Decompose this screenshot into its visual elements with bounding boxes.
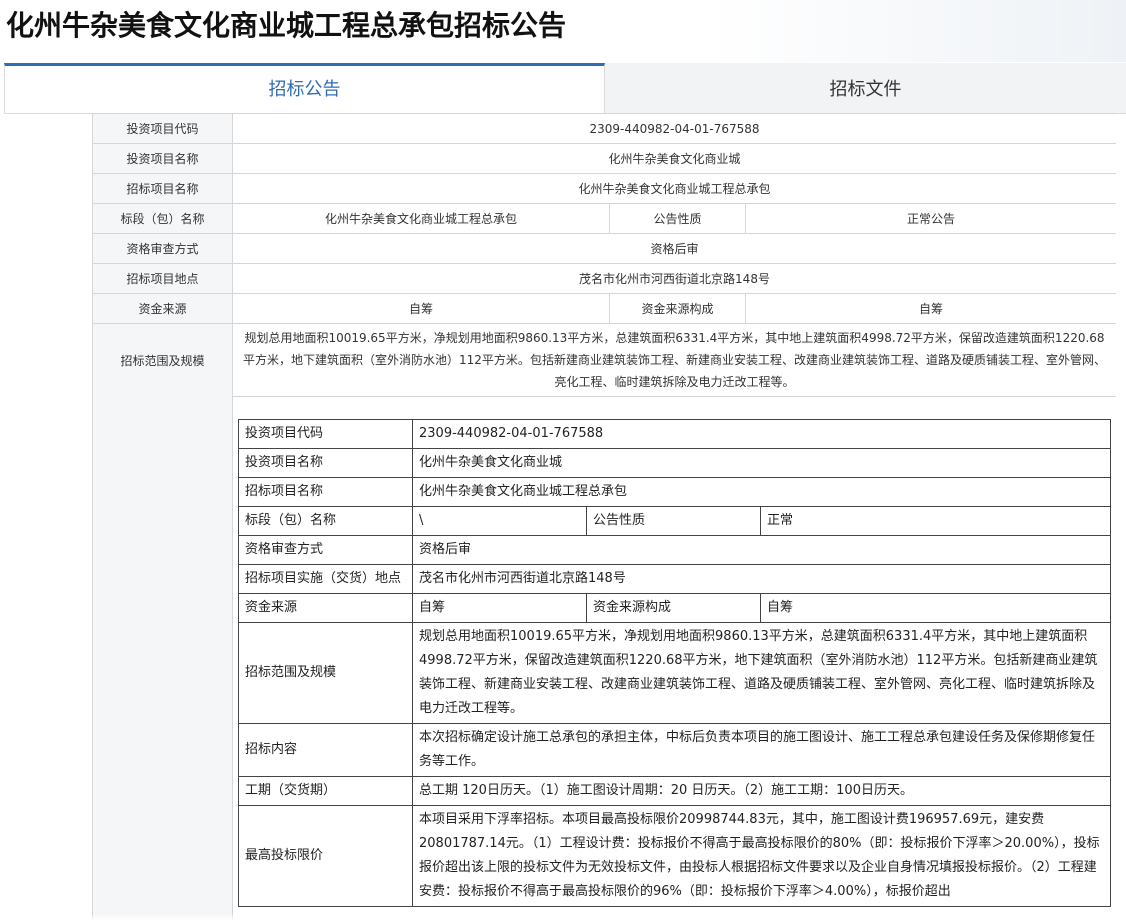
cell-value: 2309-440982-04-01-767588 — [411, 419, 1112, 449]
table-row: 最高投标限价 本项目采用下浮率招标。本项目最高投标限价20998744.83元，… — [238, 805, 1112, 907]
cell-label: 标段（包）名称 — [92, 203, 233, 234]
table-row: 招标项目地点 茂名市化州市河西街道北京路148号 — [92, 263, 1116, 294]
table-row: 投资项目代码 2309-440982-04-01-767588 — [238, 419, 1112, 449]
bottom-fade — [0, 914, 1126, 920]
table-row: 标段（包）名称 化州牛杂美食文化商业城工程总承包 公告性质 正常公告 — [92, 203, 1116, 234]
cell-value: 正常公告 — [745, 203, 1116, 234]
cell-value: 规划总用地面积10019.65平方米，净规划用地面积9860.13平方米，总建筑… — [232, 323, 1116, 397]
cell-value: 2309-440982-04-01-767588 — [232, 113, 1116, 144]
cell-label: 招标项目实施（交货）地点 — [238, 564, 413, 594]
cell-label: 招标项目地点 — [92, 263, 233, 294]
cell-value: 规划总用地面积10019.65平方米，净规划用地面积9860.13平方米，总建筑… — [411, 622, 1112, 724]
table-row: 招标范围及规模 规划总用地面积10019.65平方米，净规划用地面积9860.1… — [92, 323, 1116, 397]
cell-label: 招标项目名称 — [238, 477, 413, 507]
cell-label: 资金来源 — [238, 593, 413, 623]
cell-label: 资金来源 — [92, 293, 233, 324]
cell-value: 自筹 — [745, 293, 1116, 324]
cell-value: 自筹 — [232, 293, 610, 324]
table-row: 招标项目名称 化州牛杂美食文化商业城工程总承包 — [92, 173, 1116, 204]
tab-announcement[interactable]: 招标公告 — [4, 63, 605, 113]
cell-value: 茂名市化州市河西街道北京路148号 — [232, 263, 1116, 294]
page-title: 化州牛杂美食文化商业城工程总承包招标公告 — [6, 9, 567, 42]
cell-value: 茂名市化州市河西街道北京路148号 — [411, 564, 1112, 594]
table-row: 资格审查方式 资格后审 — [92, 233, 1116, 264]
summary-table: 投资项目代码 2309-440982-04-01-767588 投资项目名称 化… — [92, 113, 1116, 397]
cell-label: 招标范围及规模 — [92, 323, 233, 397]
cell-value: 资格后审 — [411, 535, 1112, 565]
table-row: 招标项目实施（交货）地点 茂名市化州市河西街道北京路148号 — [238, 564, 1112, 594]
table-row: 资格审查方式 资格后审 — [238, 535, 1112, 565]
cell-value: 总工期 120日历天。（1）施工图设计周期：20 日历天。（2）施工工期：100… — [411, 776, 1112, 806]
announcement-document: 投资项目代码 2309-440982-04-01-767588 投资项目名称 化… — [92, 113, 1116, 920]
cell-label: 标段（包）名称 — [238, 506, 413, 536]
cell-value: 化州牛杂美食文化商业城工程总承包 — [232, 203, 610, 234]
content-label-column — [92, 391, 233, 920]
cell-value: 本项目采用下浮率招标。本项目最高投标限价20998744.83元，其中，施工图设… — [411, 805, 1112, 907]
table-row: 投资项目代码 2309-440982-04-01-767588 — [92, 113, 1116, 144]
cell-value: 自筹 — [412, 593, 587, 623]
table-row: 工期（交货期） 总工期 120日历天。（1）施工图设计周期：20 日历天。（2）… — [238, 776, 1112, 806]
table-row: 资金来源 自筹 资金来源构成 自筹 — [92, 293, 1116, 324]
cell-value: 化州牛杂美食文化商业城 — [232, 143, 1116, 174]
table-row: 招标内容 本次招标确定设计施工总承包的承担主体，中标后负责本项目的施工图设计、施… — [238, 723, 1112, 777]
cell-label: 公告性质 — [609, 203, 746, 234]
cell-label: 资金来源构成 — [609, 293, 746, 324]
cell-label: 投资项目代码 — [238, 419, 413, 449]
cell-value: 正常 — [759, 506, 1112, 536]
cell-value: 自筹 — [759, 593, 1112, 623]
cell-label: 资格审查方式 — [238, 535, 413, 565]
table-row: 投资项目名称 化州牛杂美食文化商业城 — [92, 143, 1116, 174]
table-row: 招标范围及规模 规划总用地面积10019.65平方米，净规划用地面积9860.1… — [238, 622, 1112, 724]
table-row: 标段（包）名称 \ 公告性质 正常 — [238, 506, 1112, 536]
cell-value: 本次招标确定设计施工总承包的承担主体，中标后负责本项目的施工图设计、施工工程总承… — [411, 723, 1112, 777]
cell-label: 工期（交货期） — [238, 776, 413, 806]
detail-section: 投资项目代码 2309-440982-04-01-767588 投资项目名称 化… — [238, 419, 1112, 907]
cell-value: \ — [412, 506, 587, 536]
cell-label: 投资项目名称 — [238, 448, 413, 478]
cell-label: 投资项目名称 — [92, 143, 233, 174]
cell-label: 招标项目名称 — [92, 173, 233, 204]
tab-tender-documents[interactable]: 招标文件 — [605, 63, 1126, 113]
cell-label: 公告性质 — [586, 506, 761, 536]
cell-label: 招标内容 — [238, 723, 413, 777]
cell-label: 招标范围及规模 — [238, 622, 413, 724]
cell-label: 投资项目代码 — [92, 113, 233, 144]
table-row: 招标项目名称 化州牛杂美食文化商业城工程总承包 — [238, 477, 1112, 507]
cell-label: 资金来源构成 — [586, 593, 761, 623]
cell-value: 资格后审 — [232, 233, 1116, 264]
tab-bar: 招标公告 招标文件 — [4, 63, 1126, 114]
cell-value: 化州牛杂美食文化商业城 — [411, 448, 1112, 478]
cell-label: 最高投标限价 — [238, 805, 413, 907]
cell-value: 化州牛杂美食文化商业城工程总承包 — [411, 477, 1112, 507]
cell-label: 资格审查方式 — [92, 233, 233, 264]
table-row: 资金来源 自筹 资金来源构成 自筹 — [238, 593, 1112, 623]
cell-value: 化州牛杂美食文化商业城工程总承包 — [232, 173, 1116, 204]
table-row: 投资项目名称 化州牛杂美食文化商业城 — [238, 448, 1112, 478]
detail-table: 投资项目代码 2309-440982-04-01-767588 投资项目名称 化… — [238, 419, 1112, 907]
